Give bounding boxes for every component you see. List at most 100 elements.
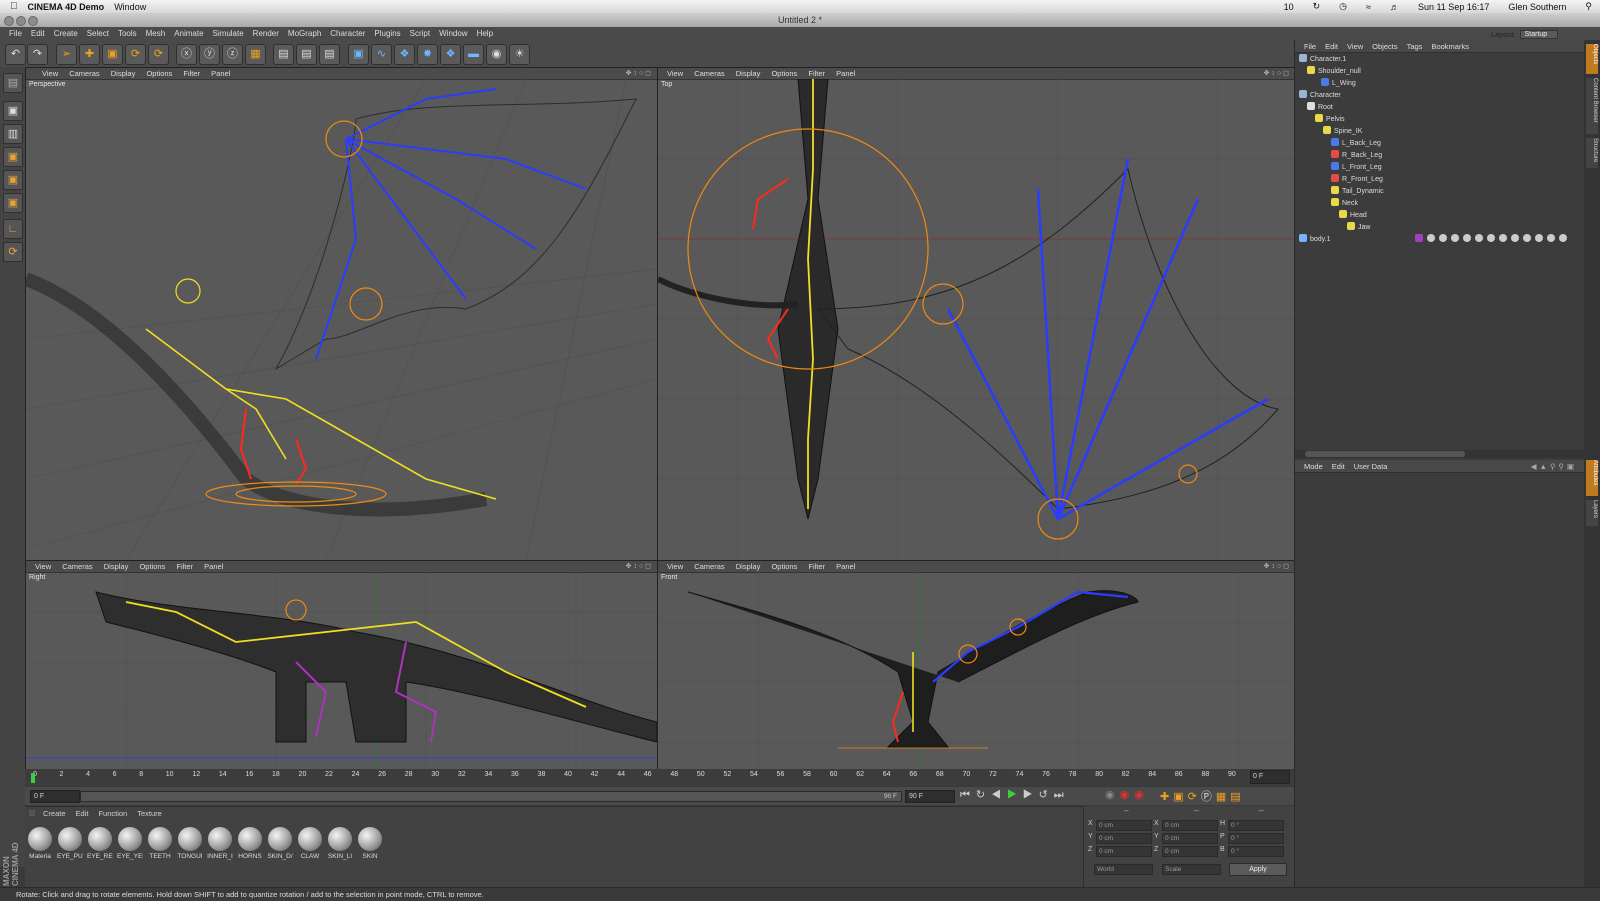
material-swatch[interactable]: SKIN_LI — [327, 827, 353, 860]
mac-menu-window[interactable]: Window — [114, 2, 146, 12]
texture-mode-icon[interactable]: ▥ — [3, 124, 23, 144]
tab-objects[interactable]: Objects — [1586, 44, 1598, 74]
vp-menu-display[interactable]: Display — [104, 561, 129, 572]
clock-icon[interactable]: ◷ — [1339, 1, 1347, 12]
rotation-h-field[interactable]: 0 ° — [1228, 820, 1284, 831]
current-frame-field[interactable]: 0 F — [1250, 770, 1290, 784]
scale-tool-icon[interactable]: ▣ — [102, 44, 123, 65]
z-axis-lock-icon[interactable]: ⓩ — [222, 44, 243, 65]
material-tag-icon[interactable] — [1487, 234, 1495, 242]
vp-menu-options[interactable]: Options — [771, 561, 797, 572]
timeline-ruler[interactable]: 0246810121416182022242628303234363840424… — [25, 769, 1294, 786]
tab-layers[interactable]: Layers — [1586, 500, 1598, 526]
light-icon[interactable]: ☀ — [509, 44, 530, 65]
material-swatch[interactable]: CLAW — [297, 827, 323, 860]
live-selection-icon[interactable]: ➢ — [56, 44, 77, 65]
menu-plugins[interactable]: Plugins — [374, 29, 400, 38]
object-row[interactable]: Neck — [1331, 198, 1358, 210]
move-tool-icon[interactable]: ✚ — [79, 44, 100, 65]
vp-menu-filter[interactable]: Filter — [176, 561, 193, 572]
material-tag-icon[interactable] — [1547, 234, 1555, 242]
vp-menu-display[interactable]: Display — [736, 68, 761, 79]
material-swatch[interactable]: INNER_I — [207, 827, 233, 860]
vp-menu-display[interactable]: Display — [111, 68, 136, 79]
key-scale-icon[interactable]: ▣ — [1173, 791, 1187, 803]
object-row[interactable]: R_Front_Leg — [1331, 174, 1383, 186]
menu-simulate[interactable]: Simulate — [213, 29, 244, 38]
rotate-tool-icon[interactable]: ⟳ — [125, 44, 146, 65]
viewport-nav-icons[interactable]: ✥↕○◻ — [626, 561, 653, 572]
om-menu-view[interactable]: View — [1347, 42, 1363, 51]
material-swatch[interactable]: SKIN — [357, 827, 383, 860]
menu-character[interactable]: Character — [330, 29, 365, 38]
viewport-nav-icons[interactable]: ✥↕○◻ — [1264, 561, 1291, 572]
range-slider[interactable]: 90 F — [80, 791, 902, 802]
viewport-nav-icons[interactable]: ✥↕○◻ — [626, 68, 653, 79]
timeline-window-icon[interactable]: ▤ — [1230, 791, 1244, 803]
vp-menu-cameras[interactable]: Cameras — [694, 561, 724, 572]
object-manager-scrollbar[interactable] — [1295, 450, 1585, 458]
polygons-mode-icon[interactable]: ▣ — [3, 193, 23, 213]
material-swatch[interactable]: Materia — [27, 827, 53, 860]
material-swatch[interactable]: SKIN_D/ — [267, 827, 293, 860]
deformer-icon[interactable]: ❖ — [440, 44, 461, 65]
am-menu-user-data[interactable]: User Data — [1354, 462, 1388, 471]
material-tag-icon[interactable] — [1475, 234, 1483, 242]
menu-file[interactable]: File — [9, 29, 22, 38]
material-swatch[interactable]: HORNS — [237, 827, 263, 860]
menu-window[interactable]: Window — [439, 29, 467, 38]
material-swatch[interactable]: TONGUI — [177, 827, 203, 860]
edges-mode-icon[interactable]: ▣ — [3, 170, 23, 190]
material-tag-icon[interactable] — [1451, 234, 1459, 242]
vp-menu-panel[interactable]: Panel — [211, 68, 230, 79]
make-editable-icon[interactable]: ▤ — [3, 73, 23, 93]
material-swatch[interactable]: EYE_YEI — [117, 827, 143, 860]
size-y-field[interactable]: 0 cm — [1162, 833, 1218, 844]
menu-script[interactable]: Script — [410, 29, 430, 38]
object-row[interactable]: L_Front_Leg — [1331, 162, 1382, 174]
object-row[interactable]: L_Back_Leg — [1331, 138, 1381, 150]
vp-menu-view[interactable]: View — [667, 561, 683, 572]
viewport-perspective[interactable]: View Cameras Display Options Filter Pane… — [25, 67, 658, 561]
vp-menu-cameras[interactable]: Cameras — [69, 68, 99, 79]
menu-tools[interactable]: Tools — [118, 29, 137, 38]
position-z-field[interactable]: 0 cm — [1096, 846, 1152, 857]
loop-end-icon[interactable]: ↺ — [1039, 789, 1054, 801]
viewport-nav-icons[interactable]: ✥↕○◻ — [1264, 68, 1291, 79]
size-x-field[interactable]: 0 cm — [1162, 820, 1218, 831]
close-window-button[interactable] — [4, 16, 14, 26]
rotation-p-field[interactable]: 0 ° — [1228, 833, 1284, 844]
spotlight-icon[interactable]: ⚲ — [1585, 1, 1592, 12]
object-row[interactable]: Character — [1299, 90, 1341, 102]
sync-icon[interactable]: ↻ — [1313, 1, 1321, 12]
render-picture-viewer-icon[interactable]: ▤ — [296, 44, 317, 65]
volume-icon[interactable]: ♬ — [1390, 2, 1399, 12]
recent-tool-icon[interactable]: ⟳ — [148, 44, 169, 65]
floor-icon[interactable]: ▬ — [463, 44, 484, 65]
array-icon[interactable]: ✸ — [417, 44, 438, 65]
panel-grip-icon[interactable] — [29, 810, 35, 816]
vp-menu-filter[interactable]: Filter — [808, 68, 825, 79]
cube-primitive-icon[interactable]: ▣ — [348, 44, 369, 65]
y-axis-lock-icon[interactable]: ⓨ — [199, 44, 220, 65]
play-icon[interactable]: ▶ — [1007, 789, 1023, 801]
record-key-icon[interactable]: ◉ — [1105, 789, 1120, 801]
object-row[interactable]: Tail_Dynamic — [1331, 186, 1384, 198]
render-settings-icon[interactable]: ▤ — [319, 44, 340, 65]
menu-edit[interactable]: Edit — [31, 29, 45, 38]
subdivision-surface-icon[interactable]: ❖ — [394, 44, 415, 65]
object-row[interactable]: Root — [1307, 102, 1333, 114]
zoom-window-button[interactable] — [28, 16, 38, 26]
vp-menu-view[interactable]: View — [42, 68, 58, 79]
object-row[interactable]: Spine_IK — [1323, 126, 1362, 138]
menu-animate[interactable]: Animate — [174, 29, 203, 38]
x-axis-lock-icon[interactable]: ⓧ — [176, 44, 197, 65]
tab-structure[interactable]: Structure — [1586, 138, 1598, 168]
mac-app-name[interactable]: CINEMA 4D Demo — [28, 2, 105, 12]
object-row[interactable]: Pelvis — [1315, 114, 1345, 126]
object-row[interactable]: Character.1 — [1299, 54, 1346, 66]
vp-menu-panel[interactable]: Panel — [836, 68, 855, 79]
coord-system-dropdown[interactable]: World — [1094, 864, 1153, 875]
tab-content-browser[interactable]: Content Browser — [1586, 78, 1598, 134]
rotation-b-field[interactable]: 0 ° — [1228, 846, 1284, 857]
